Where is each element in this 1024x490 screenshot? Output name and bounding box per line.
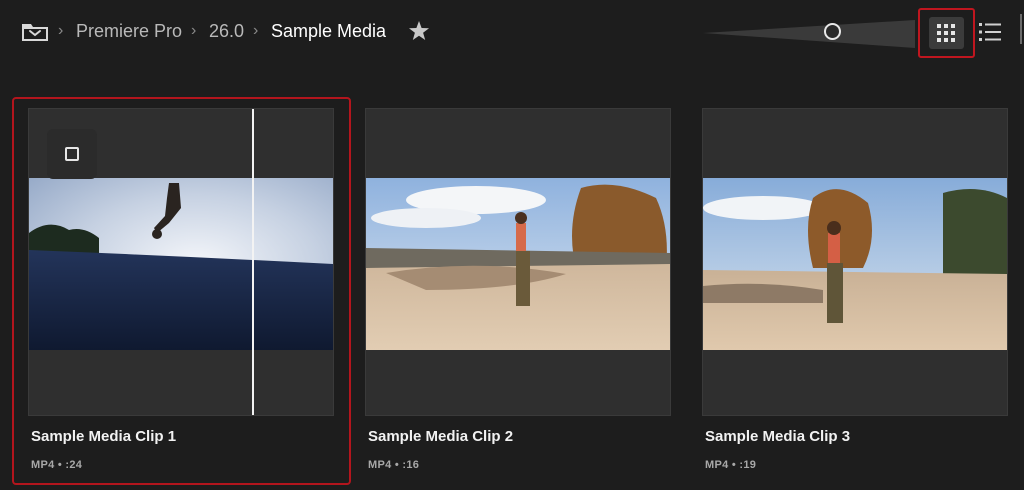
scrub-playhead[interactable] bbox=[252, 109, 254, 415]
clip-card-3[interactable]: Sample Media Clip 3 MP4 • :19 bbox=[702, 108, 1008, 471]
star-icon[interactable] bbox=[406, 18, 432, 44]
clip-card-1[interactable]: Sample Media Clip 1 MP4 • :24 bbox=[28, 108, 334, 471]
clip-card-2[interactable]: Sample Media Clip 2 MP4 • :16 bbox=[365, 108, 671, 471]
list-view-icon[interactable] bbox=[978, 21, 1002, 43]
clip-meta: MP4 • :19 bbox=[705, 459, 757, 471]
breadcrumb-premiere-pro[interactable]: Premiere Pro bbox=[76, 21, 182, 42]
folder-icon[interactable] bbox=[20, 20, 50, 44]
slider-track bbox=[703, 20, 915, 48]
clip-title: Sample Media Clip 1 bbox=[31, 428, 177, 445]
clip-title: Sample Media Clip 2 bbox=[368, 428, 514, 445]
grid-view-icon bbox=[929, 17, 964, 49]
checkbox-icon bbox=[65, 147, 79, 161]
clip-thumbnail-image bbox=[29, 178, 333, 350]
top-toolbar: › Premiere Pro › 26.0 › Sample Media bbox=[0, 0, 1024, 66]
slider-thumb[interactable] bbox=[824, 23, 841, 40]
breadcrumb-separator: › bbox=[58, 22, 64, 39]
grid-view-button[interactable] bbox=[918, 8, 975, 58]
clip-thumbnail-image bbox=[703, 178, 1007, 350]
clip-meta: MP4 • :16 bbox=[368, 459, 420, 471]
panel-edge bbox=[1020, 14, 1022, 44]
clip-thumbnail[interactable] bbox=[365, 108, 671, 416]
breadcrumb-version[interactable]: 26.0 bbox=[209, 21, 244, 42]
breadcrumb-sample-media: Sample Media bbox=[271, 21, 387, 41]
breadcrumb-separator: › bbox=[191, 22, 197, 39]
clip-thumbnail[interactable] bbox=[28, 108, 334, 416]
clip-meta: MP4 • :24 bbox=[31, 459, 83, 471]
clip-thumbnail[interactable] bbox=[702, 108, 1008, 416]
select-checkbox[interactable] bbox=[47, 129, 97, 179]
clip-title: Sample Media Clip 3 bbox=[705, 428, 851, 445]
clip-thumbnail-image bbox=[366, 178, 670, 350]
breadcrumb-separator: › bbox=[253, 22, 259, 39]
thumbnail-size-slider[interactable] bbox=[703, 14, 915, 54]
